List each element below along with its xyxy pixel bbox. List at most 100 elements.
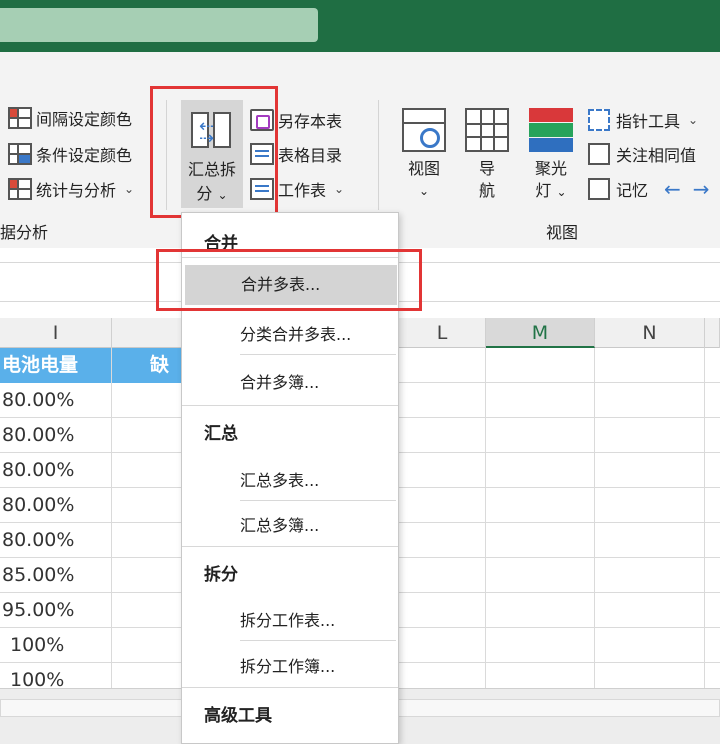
menu-section-advanced: 高级工具: [204, 706, 272, 726]
cell[interactable]: [486, 453, 595, 488]
column-header-j[interactable]: [112, 318, 182, 348]
menu-divider: [240, 500, 396, 501]
cell-battery-value[interactable]: 100%: [0, 628, 112, 663]
focus-same-button[interactable]: 关注相同值: [588, 142, 696, 166]
cell[interactable]: [399, 418, 486, 453]
navigation-icon[interactable]: [465, 108, 509, 152]
menu-item-summary-sheets[interactable]: 汇总多表...: [240, 467, 319, 491]
cell[interactable]: [112, 453, 182, 488]
menu-item-summary-books[interactable]: 汇总多簿...: [240, 512, 319, 536]
chevron-down-icon: ⌄: [418, 184, 430, 198]
cell[interactable]: [595, 383, 705, 418]
highlight-box: [150, 86, 278, 218]
cell[interactable]: [112, 488, 182, 523]
cell[interactable]: [112, 383, 182, 418]
save-sheet-label: 另存本表: [278, 112, 343, 131]
header-cell-missing[interactable]: 缺指: [112, 348, 182, 411]
worksheet-label: 工作表: [278, 181, 327, 200]
menu-divider: [240, 640, 396, 641]
cell[interactable]: [595, 593, 705, 628]
menu-section-split: 拆分: [204, 565, 238, 585]
cell[interactable]: [112, 558, 182, 593]
cell[interactable]: [112, 418, 182, 453]
grid-color-icon: [8, 107, 32, 129]
stats-analysis-button[interactable]: 统计与分析 ⌄: [8, 177, 134, 201]
cell[interactable]: [112, 523, 182, 558]
grid-condition-icon: [8, 143, 32, 165]
cell[interactable]: [486, 488, 595, 523]
view-icon[interactable]: [402, 108, 446, 152]
cell-battery-value[interactable]: 95.00%: [0, 593, 112, 628]
cell[interactable]: [486, 558, 595, 593]
navigation-label-2: 航: [478, 181, 495, 200]
cell[interactable]: [595, 523, 705, 558]
menu-divider: [182, 687, 398, 688]
chevron-down-icon: ⌄: [334, 182, 345, 196]
cell-battery-value[interactable]: 80.00%: [0, 488, 112, 523]
cell[interactable]: [399, 523, 486, 558]
memory-label: 记忆: [616, 181, 649, 200]
cell[interactable]: [399, 453, 486, 488]
memory-button[interactable]: 记忆 ← →: [588, 177, 710, 201]
cell[interactable]: [112, 628, 182, 663]
menu-item-split-sheet[interactable]: 拆分工作表...: [240, 607, 335, 631]
column-header-m[interactable]: M: [486, 318, 595, 348]
menu-divider: [182, 405, 398, 406]
cell[interactable]: [486, 593, 595, 628]
spotlight-label-2: 灯 ⌄: [535, 181, 567, 200]
condition-color-button[interactable]: 条件设定颜色: [8, 142, 132, 166]
cell[interactable]: [486, 348, 595, 383]
cell[interactable]: [595, 453, 705, 488]
arrow-right-icon[interactable]: →: [693, 177, 710, 201]
cell[interactable]: [399, 628, 486, 663]
cell[interactable]: [595, 348, 705, 383]
data-analysis-group-label: 据分析: [0, 223, 49, 242]
cell[interactable]: [399, 348, 486, 383]
cell[interactable]: [399, 593, 486, 628]
cell[interactable]: [399, 488, 486, 523]
menu-divider: [240, 354, 396, 355]
view-group-label: 视图: [546, 223, 579, 242]
arrow-left-icon[interactable]: ←: [664, 177, 681, 201]
menu-section-summary: 汇总: [204, 424, 238, 444]
cell[interactable]: [486, 383, 595, 418]
cell[interactable]: [399, 558, 486, 593]
cell-battery-value[interactable]: 80.00%: [0, 523, 112, 558]
focus-same-label: 关注相同值: [616, 146, 697, 165]
stats-icon: [8, 178, 32, 200]
pointer-tool-icon: [588, 109, 610, 131]
cell-battery-value[interactable]: 80.00%: [0, 418, 112, 453]
search-box[interactable]: [0, 8, 318, 42]
menu-item-merge-books[interactable]: 合并多簿...: [240, 369, 319, 393]
spotlight-icon[interactable]: [529, 108, 573, 152]
cell[interactable]: [486, 523, 595, 558]
cell-battery-value[interactable]: 80.00%: [0, 453, 112, 488]
navigation-button[interactable]: 导 航: [462, 158, 512, 202]
title-bar: [0, 0, 720, 52]
column-header-l[interactable]: L: [399, 318, 486, 348]
stats-analysis-label: 统计与分析: [36, 181, 117, 200]
highlight-box: [156, 249, 422, 311]
cell[interactable]: [486, 628, 595, 663]
column-header-n[interactable]: N: [595, 318, 705, 348]
cell[interactable]: [486, 418, 595, 453]
cell-battery-value[interactable]: 85.00%: [0, 558, 112, 593]
ribbon-separator: [378, 100, 379, 210]
spotlight-button[interactable]: 聚光 灯 ⌄: [524, 158, 578, 203]
cell[interactable]: [112, 593, 182, 628]
menu-item-split-book[interactable]: 拆分工作簿...: [240, 653, 335, 677]
focus-same-icon: [588, 143, 610, 165]
menu-item-category-merge[interactable]: 分类合并多表...: [240, 321, 351, 345]
header-cell-battery[interactable]: 电池电量: [0, 348, 112, 383]
cell[interactable]: [399, 383, 486, 418]
column-header-i[interactable]: I: [0, 318, 112, 348]
interval-color-button[interactable]: 间隔设定颜色: [8, 106, 132, 130]
cell[interactable]: [595, 558, 705, 593]
cell-battery-value[interactable]: 80.00%: [0, 383, 112, 418]
cell[interactable]: [595, 628, 705, 663]
view-button[interactable]: 视图 ⌄: [396, 158, 452, 202]
cell[interactable]: [595, 418, 705, 453]
column-header-o[interactable]: [705, 318, 720, 348]
cell[interactable]: [595, 488, 705, 523]
pointer-tool-button[interactable]: 指针工具 ⌄: [588, 108, 698, 132]
